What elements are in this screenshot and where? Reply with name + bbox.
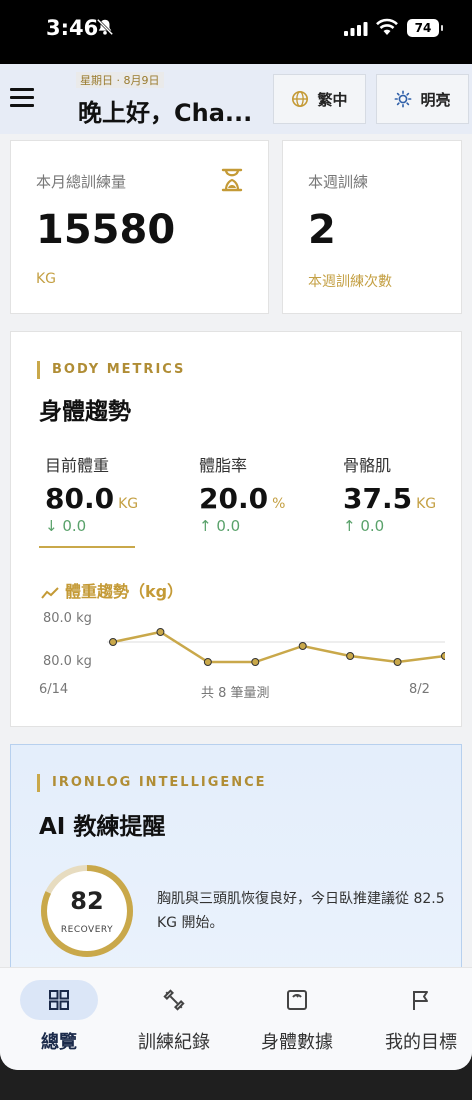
metric-muscle[interactable]: 骨骼肌 37.5 KG ↑ 0.0 — [343, 452, 436, 535]
tab-overview[interactable]: 總覽 — [8, 968, 126, 1070]
weekly-sessions-card[interactable]: 本週訓練 2 本週訓練次數 — [282, 140, 462, 314]
flag-icon — [413, 991, 428, 1010]
theme-button[interactable]: 明亮 — [376, 74, 469, 124]
monthly-volume-unit: KG — [36, 271, 57, 287]
body-metrics-eyebrow: BODY METRICS — [37, 361, 185, 379]
weight-trend-chart — [107, 628, 446, 666]
metric-weight[interactable]: 目前體重 80.0 KG ↓ 0.0 — [45, 452, 138, 535]
metric-value: 80.0 KG — [45, 482, 138, 515]
metric-number: 80.0 — [45, 482, 115, 515]
menu-button[interactable] — [10, 88, 36, 108]
recovery-score: 82 — [70, 887, 104, 915]
metric-delta: ↑ 0.0 — [343, 517, 385, 535]
recovery-label: RECOVERY — [60, 925, 114, 935]
tab-label: 訓練紀錄 — [138, 1032, 210, 1053]
weight-data-point[interactable] — [346, 652, 355, 660]
weight-data-point[interactable] — [156, 628, 165, 636]
ai-coach-message: 胸肌與三頭肌恢復良好，今日臥推建議從 82.5 KG 開始。 — [157, 891, 445, 931]
metric-value: 37.5 KG — [343, 482, 436, 515]
x-axis-end-label: 8/2 — [409, 682, 430, 697]
theme-label: 明亮 — [420, 90, 451, 109]
weight-trend-title: 體重趨勢（kg） — [41, 578, 183, 602]
hourglass-icon — [221, 168, 243, 192]
scale-icon — [287, 990, 307, 1010]
metric-label: 體脂率 — [199, 456, 248, 475]
signal-icon — [344, 22, 368, 36]
app-screen: 3:46 74 星期日 · 8月9日 晚上好，Cha... 繁中 明亮 本月總訓… — [0, 0, 472, 1070]
body-metrics-title: 身體趨勢 — [39, 399, 131, 425]
tab-body-data[interactable]: 身體數據 — [238, 968, 356, 1070]
metric-delta: ↓ 0.0 — [45, 517, 87, 535]
tab-label: 總覽 — [41, 1032, 77, 1053]
ai-coach-title: AI 教練提醒 — [39, 814, 166, 840]
trend-icon — [41, 586, 59, 599]
active-metric-underline — [39, 546, 135, 548]
grid-icon — [49, 990, 69, 1010]
date-text: 星期日 · 8月9日 — [76, 72, 164, 88]
weekly-sessions-value: 2 — [308, 207, 336, 253]
tab-label: 身體數據 — [261, 1032, 333, 1053]
wifi-icon — [376, 18, 398, 35]
monthly-volume-card[interactable]: 本月總訓練量 15580 KG — [10, 140, 269, 314]
measurement-count-label: 共 8 筆量測 — [201, 686, 270, 701]
weight-data-point[interactable] — [441, 652, 446, 660]
metric-number: 20.0 — [199, 482, 269, 515]
weight-data-point[interactable] — [393, 658, 402, 666]
globe-icon — [292, 90, 309, 108]
menu-icon-bar — [10, 88, 34, 91]
ai-coach-eyebrow: IRONLOG INTELLIGENCE — [37, 774, 267, 792]
metric-delta: ↑ 0.0 — [199, 517, 241, 535]
body-metrics-card: BODY METRICS 身體趨勢 目前體重 80.0 KG ↓ 0.0 體脂率 … — [10, 331, 462, 727]
metric-unit: % — [272, 496, 286, 512]
metric-value: 20.0% — [199, 482, 285, 515]
language-button[interactable]: 繁中 — [273, 74, 366, 124]
weight-trend-title-text: 體重趨勢（kg） — [65, 582, 184, 601]
weekly-sessions-sub: 本週訓練次數 — [308, 274, 392, 290]
ai-coach-card: IRONLOG INTELLIGENCE AI 教練提醒 82 RECOVERY… — [10, 744, 462, 994]
x-axis-start-label: 6/14 — [39, 682, 69, 697]
metric-unit: KG — [118, 496, 139, 512]
bottom-tab-bar: 總覽 訓練紀錄 身體數據 我的目標 — [0, 967, 472, 1070]
metric-label: 骨骼肌 — [343, 456, 392, 475]
tab-my-goals[interactable]: 我的目標 — [362, 968, 472, 1070]
tab-label: 我的目標 — [385, 1032, 457, 1053]
dumbbell-icon — [163, 989, 185, 1011]
weight-data-point[interactable] — [298, 642, 307, 650]
weight-series-line — [112, 630, 445, 664]
monthly-volume-label: 本月總訓練量 — [36, 173, 127, 191]
status-time: 3:46 — [46, 16, 99, 40]
status-bar: 3:46 74 — [0, 0, 472, 64]
bell-off-icon — [96, 18, 114, 36]
metric-number: 37.5 — [343, 482, 413, 515]
metric-unit: KG — [416, 496, 437, 512]
weekly-sessions-label: 本週訓練 — [308, 173, 369, 191]
weight-data-point[interactable] — [251, 658, 260, 666]
weight-data-point[interactable] — [109, 638, 117, 646]
battery-indicator: 74 — [407, 19, 443, 37]
greeting-title: 晚上好，Cha... — [78, 99, 253, 127]
menu-icon-bar — [10, 104, 34, 107]
metric-label: 目前體重 — [45, 456, 110, 475]
app-header: 星期日 · 8月9日 晚上好，Cha... 繁中 明亮 — [0, 64, 472, 134]
weight-data-point[interactable] — [203, 658, 212, 666]
language-label: 繁中 — [317, 90, 348, 109]
monthly-volume-value: 15580 — [36, 207, 176, 253]
tab-training-log[interactable]: 訓練紀錄 — [115, 968, 233, 1070]
menu-icon-bar — [10, 96, 34, 99]
metric-body-fat[interactable]: 體脂率 20.0% ↑ 0.0 — [199, 452, 285, 535]
sun-icon — [395, 90, 412, 108]
